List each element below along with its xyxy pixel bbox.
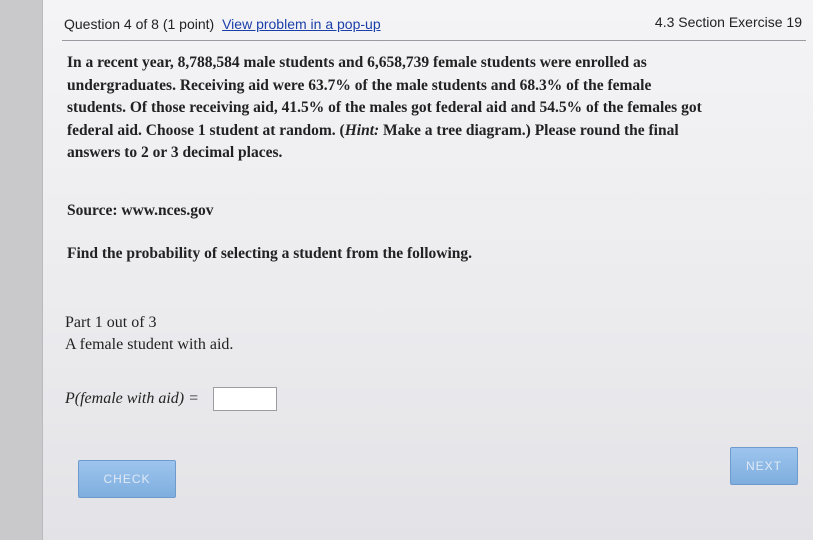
instruction-text: Find the probability of selecting a stud… [67, 245, 473, 262]
header-divider [62, 40, 806, 41]
problem-statement: In a recent year, 8,788,584 male student… [67, 52, 783, 165]
next-button[interactable]: NEXT [730, 447, 798, 485]
part-section: Part 1 out of 3 A female student with ai… [65, 312, 233, 356]
hint-label: Hint: [344, 121, 380, 139]
question-info: Question 4 of 8 (1 point) View problem i… [64, 16, 381, 32]
problem-text: federal aid. Choose 1 student at random.… [67, 121, 345, 139]
answer-label: P(female with aid) = [65, 390, 199, 407]
answer-input[interactable] [212, 387, 277, 411]
problem-line: federal aid. Choose 1 student at random.… [67, 120, 783, 143]
part-title: Part 1 out of 3 [65, 314, 157, 331]
problem-text: Make a tree diagram.) Please round the f… [379, 121, 679, 139]
part-prompt: A female student with aid. [65, 336, 234, 353]
question-panel: Question 4 of 8 (1 point) View problem i… [42, 0, 813, 540]
question-header: Question 4 of 8 (1 point) View problem i… [64, 14, 810, 38]
problem-line: answers to 2 or 3 decimal places. [67, 144, 283, 161]
check-button[interactable]: CHECK [78, 460, 176, 498]
section-label: 4.3 Section Exercise 19 [654, 14, 802, 30]
source-text: Source: www.nces.gov [67, 202, 214, 219]
question-number: Question 4 of 8 (1 point) [64, 16, 215, 32]
view-popup-link[interactable]: View problem in a pop-up [222, 16, 381, 32]
answer-row: P(female with aid) = [65, 386, 277, 412]
problem-line: In a recent year, 8,788,584 male student… [67, 54, 647, 71]
problem-line: undergraduates. Receiving aid were 63.7%… [67, 76, 652, 94]
problem-line: students. Of those receiving aid, 41.5% … [67, 99, 702, 116]
